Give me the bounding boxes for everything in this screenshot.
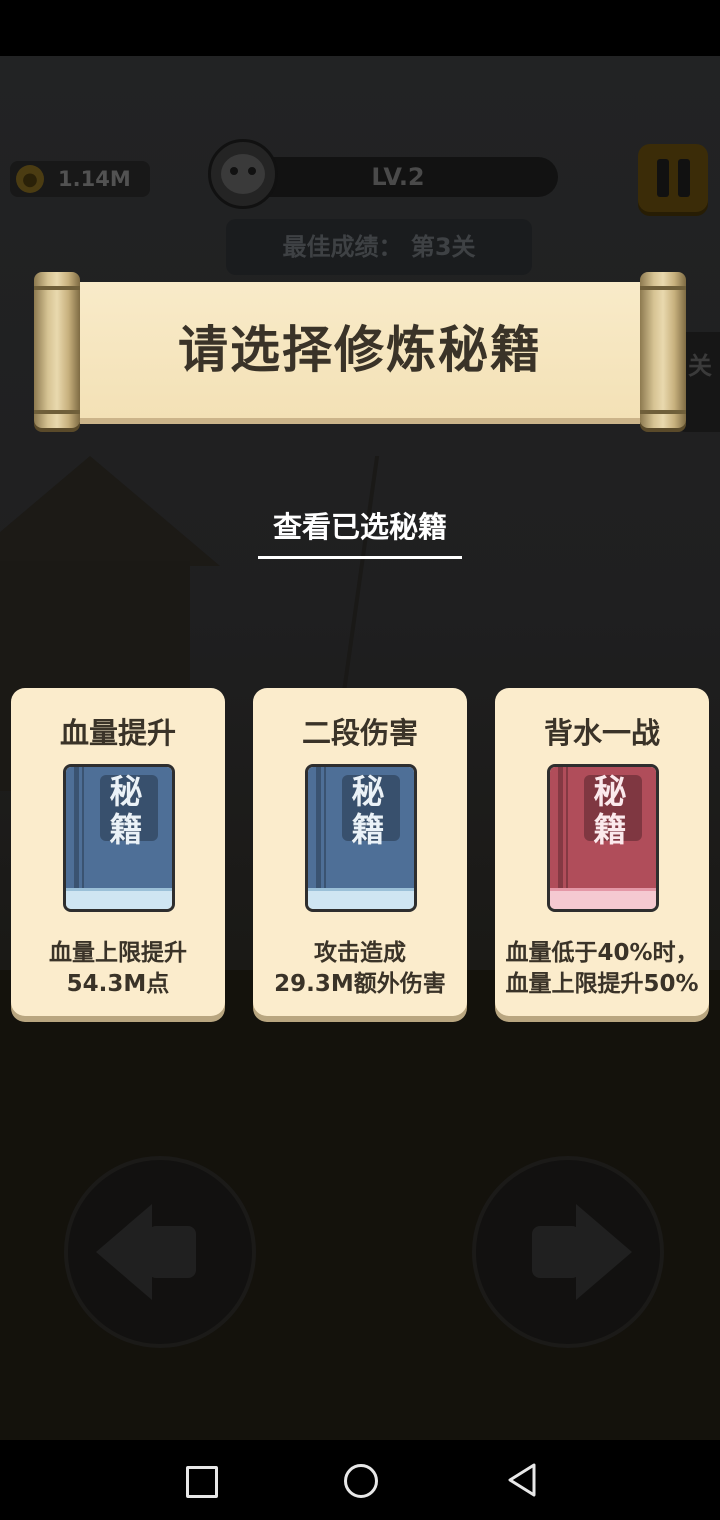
avatar-face-icon [221, 154, 265, 194]
scroll-roller-right [640, 272, 686, 428]
card-title: 血量提升 [59, 716, 176, 750]
title-scroll: 请选择修炼秘籍 [34, 272, 686, 428]
left-arrow-icon [96, 1204, 152, 1300]
player-avatar[interactable] [208, 139, 278, 209]
dialog-title: 请选择修炼秘籍 [178, 321, 542, 379]
move-left-button[interactable] [64, 1156, 256, 1348]
secret-book-icon: 秘 籍 [305, 764, 417, 912]
card-description: 攻击造成 29.3M额外伤害 [253, 938, 467, 1000]
card-desc-line1: 血量低于40%时， [505, 940, 699, 966]
back-triangle-icon[interactable] [506, 1462, 538, 1498]
home-circle-icon[interactable] [344, 1464, 378, 1498]
card-description: 血量低于40%时， 血量上限提升50% [495, 938, 709, 1000]
skill-card-double-damage[interactable]: 二段伤害 秘 籍 攻击造成 29.3M额外伤害 [253, 688, 467, 1016]
book-char-2: 籍 [593, 810, 627, 849]
level-label: LV.2 [371, 163, 425, 191]
skill-card-last-stand[interactable]: 背水一战 秘 籍 血量低于40%时， 血量上限提升50% [495, 688, 709, 1016]
view-selected-link[interactable]: 查看已选秘籍 [258, 504, 462, 559]
book-char-2: 籍 [109, 810, 143, 849]
background-roof [0, 456, 220, 566]
pause-icon [656, 159, 669, 197]
secret-book-icon: 秘 籍 [547, 764, 659, 912]
card-desc-line2: 54.3M点 [66, 971, 170, 997]
right-arrow-icon [576, 1204, 632, 1300]
game-scene: ● 1.14M LV.2 最佳成绩： 第3关 关 请选择修炼秘籍 查看已选秘籍 … [0, 56, 720, 1440]
secret-book-icon: 秘 籍 [63, 764, 175, 912]
level-bar: LV.2 [238, 157, 558, 197]
coin-counter: ● 1.14M [10, 161, 150, 197]
side-tab-label: 关 [688, 352, 712, 380]
card-description: 血量上限提升 54.3M点 [11, 938, 225, 1000]
best-score-banner: 最佳成绩： 第3关 [226, 219, 532, 275]
book-char-1: 秘 [351, 772, 385, 811]
book-char-2: 籍 [351, 810, 385, 849]
status-bar [0, 0, 720, 56]
skill-card-hp-boost[interactable]: 血量提升 秘 籍 血量上限提升 54.3M点 [11, 688, 225, 1016]
card-title: 背水一战 [543, 716, 660, 750]
coin-amount: 1.14M [58, 167, 131, 191]
book-char-1: 秘 [593, 772, 627, 811]
best-score-text: 最佳成绩： 第3关 [282, 233, 476, 261]
pause-button[interactable] [638, 144, 708, 212]
coin-icon: ● [16, 165, 44, 193]
book-char-1: 秘 [109, 772, 143, 811]
card-desc-line2: 29.3M额外伤害 [274, 971, 446, 997]
card-title: 二段伤害 [301, 716, 418, 750]
card-desc-line2: 血量上限提升50% [505, 971, 699, 997]
recent-apps-square-icon[interactable] [186, 1466, 218, 1498]
card-desc-line1: 血量上限提升 [49, 940, 187, 966]
system-nav-bar [0, 1440, 720, 1520]
move-right-button[interactable] [472, 1156, 664, 1348]
card-desc-line1: 攻击造成 [314, 940, 406, 966]
